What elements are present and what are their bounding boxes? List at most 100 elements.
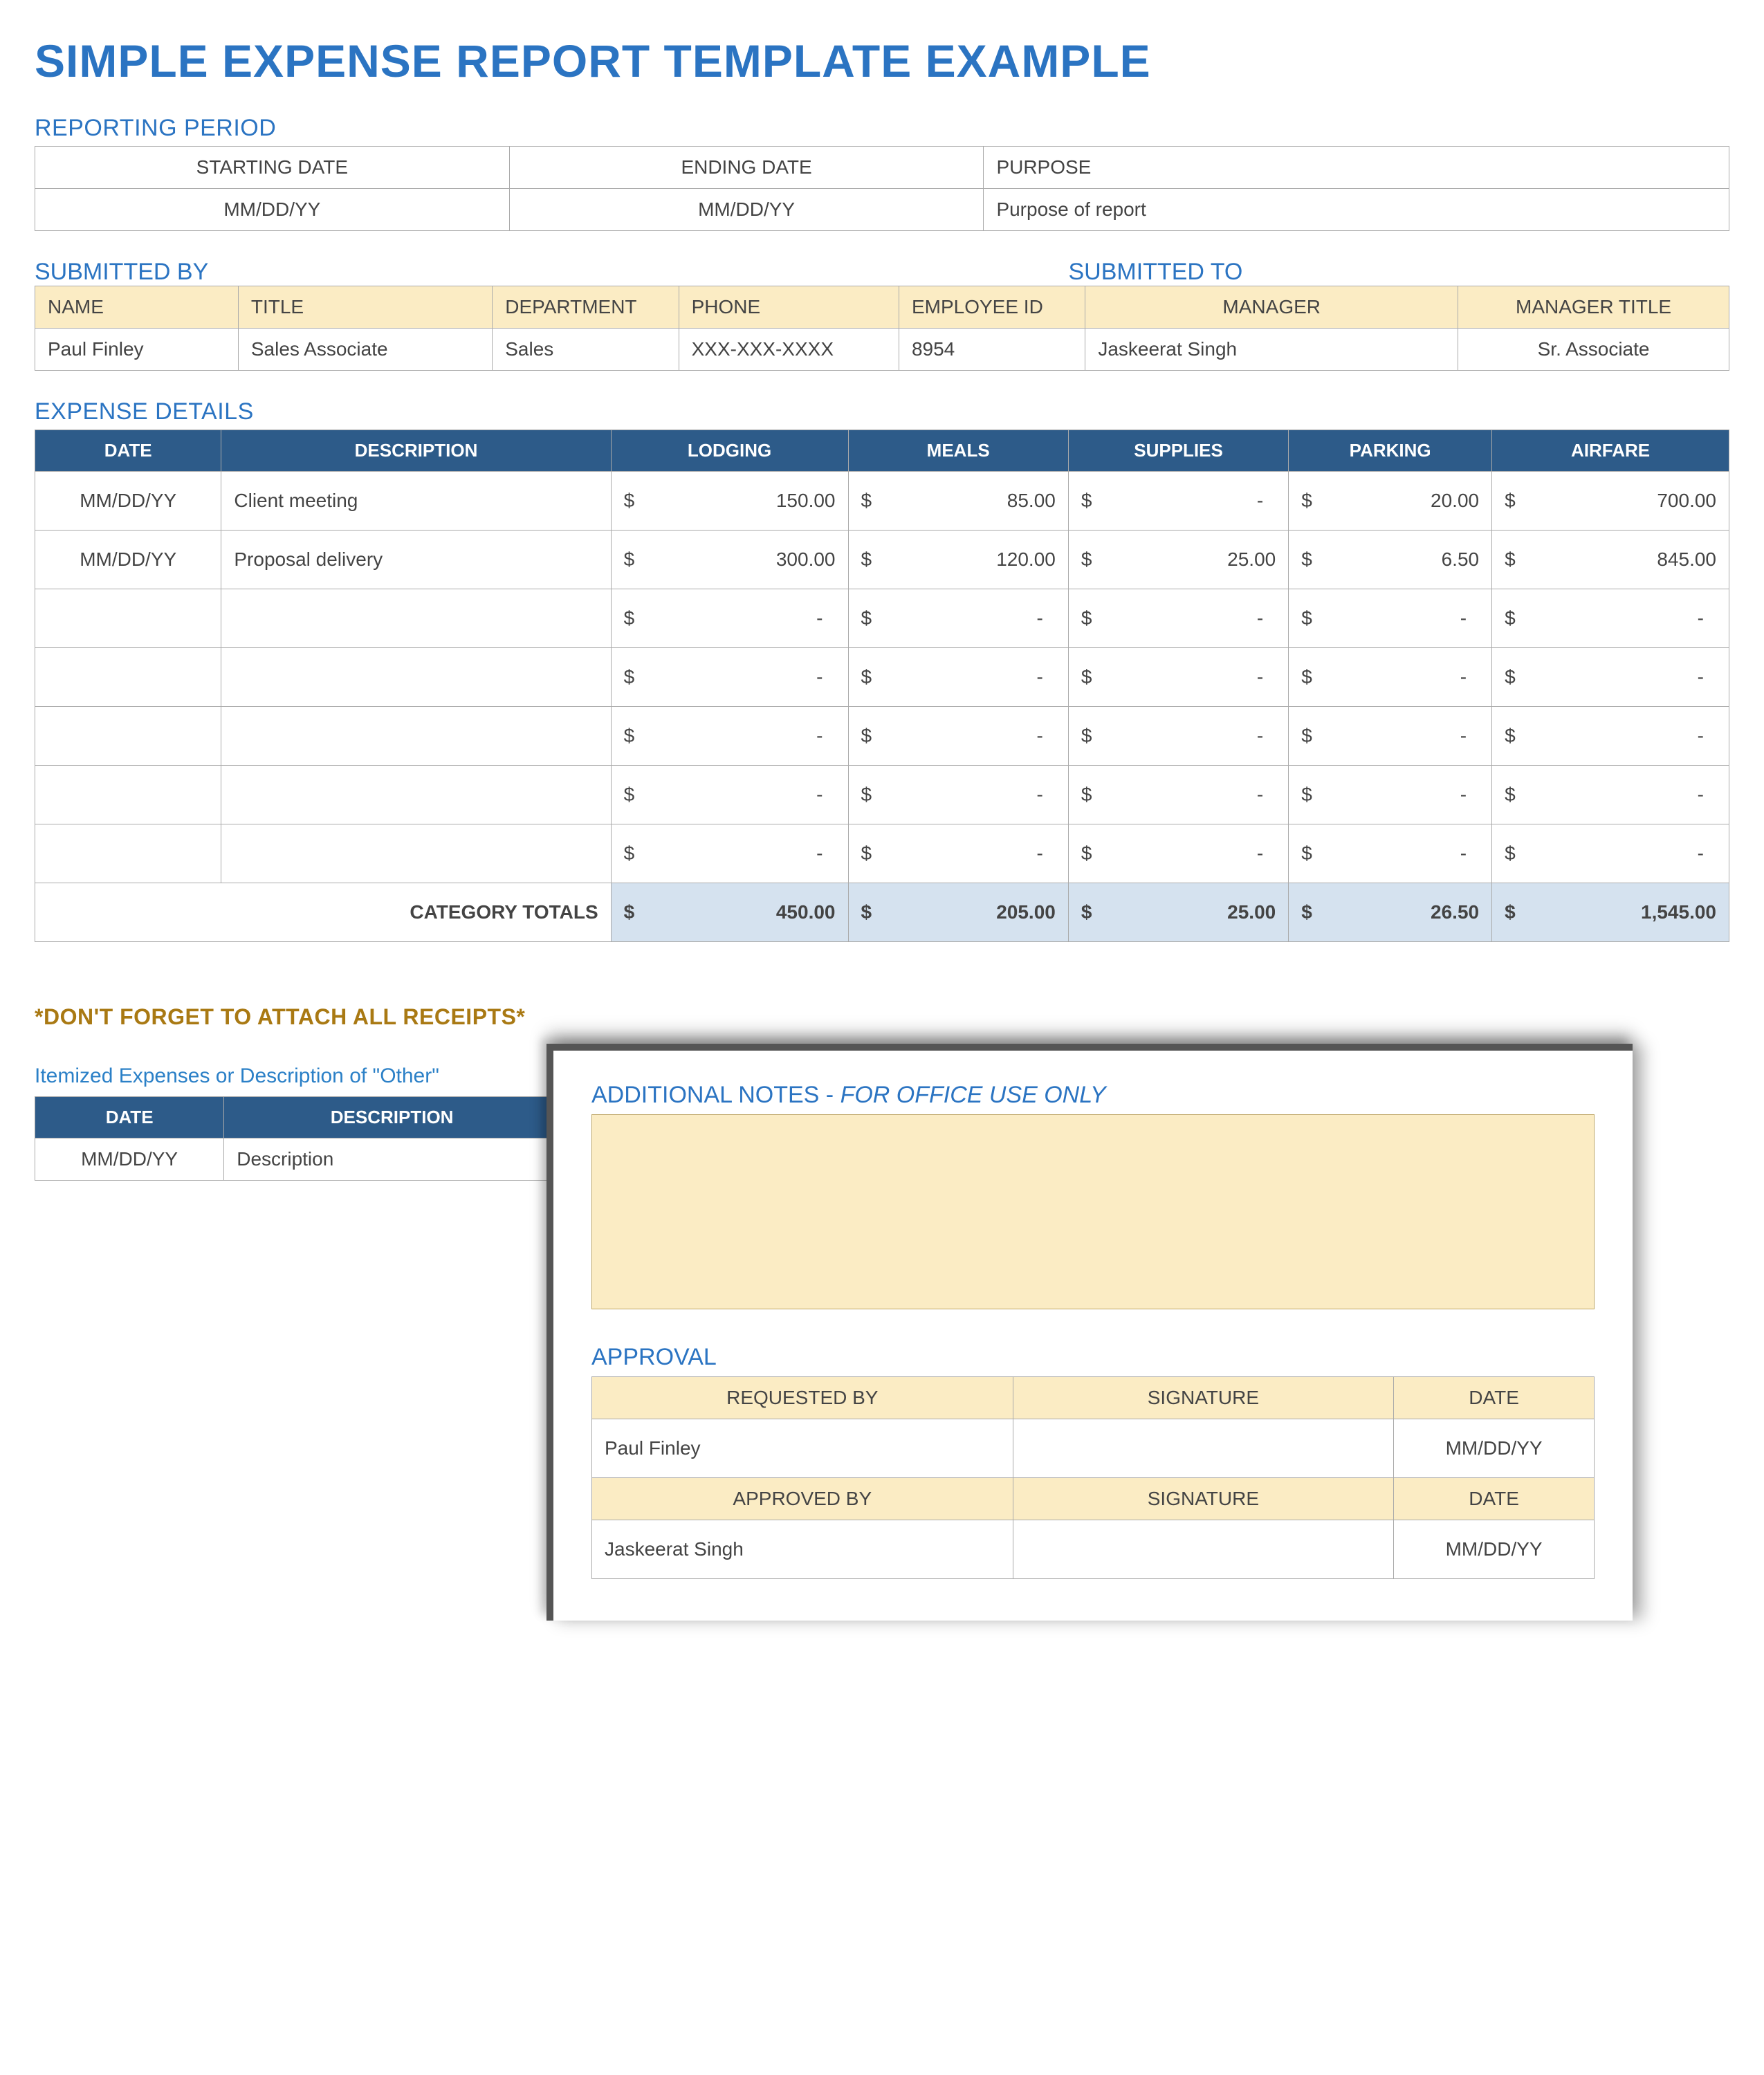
approved-by-cell[interactable]: Jaskeerat Singh xyxy=(592,1520,1013,1579)
section-reporting-period: REPORTING PERIOD xyxy=(35,115,1729,142)
dept-cell[interactable]: Sales xyxy=(493,329,679,371)
manager-title-cell[interactable]: Sr. Associate xyxy=(1458,329,1729,371)
expense-meals-cell[interactable]: $85.00 xyxy=(848,472,1068,531)
expense-supplies-cell[interactable]: $- xyxy=(1068,648,1288,707)
approved-date-cell[interactable]: MM/DD/YY xyxy=(1394,1520,1595,1579)
total-airfare: $1,545.00 xyxy=(1492,883,1729,942)
section-expense-details: EXPENSE DETAILS xyxy=(35,398,1729,425)
expense-meals-cell[interactable]: $- xyxy=(848,824,1068,883)
col-name: NAME xyxy=(35,286,239,329)
expense-meals-cell[interactable]: $- xyxy=(848,589,1068,648)
expense-desc-cell[interactable] xyxy=(221,707,611,766)
expense-lodging-cell[interactable]: $- xyxy=(611,707,848,766)
expense-lodging-cell[interactable]: $300.00 xyxy=(611,531,848,589)
expense-parking-cell[interactable]: $- xyxy=(1289,589,1492,648)
expense-date-cell[interactable]: MM/DD/YY xyxy=(35,472,221,531)
col-date: DATE xyxy=(35,430,221,472)
expense-parking-cell[interactable]: $- xyxy=(1289,824,1492,883)
expense-date-cell[interactable]: MM/DD/YY xyxy=(35,531,221,589)
requested-signature-cell[interactable] xyxy=(1013,1419,1394,1478)
col-date-2: DATE xyxy=(1394,1478,1595,1520)
itemized-date-cell[interactable]: MM/DD/YY xyxy=(35,1138,224,1181)
expense-date-cell[interactable] xyxy=(35,824,221,883)
expense-supplies-cell[interactable]: $- xyxy=(1068,589,1288,648)
expense-parking-cell[interactable]: $20.00 xyxy=(1289,472,1492,531)
total-meals: $205.00 xyxy=(848,883,1068,942)
expense-airfare-cell[interactable]: $845.00 xyxy=(1492,531,1729,589)
phone-cell[interactable]: XXX-XXX-XXXX xyxy=(679,329,899,371)
expense-airfare-cell[interactable]: $700.00 xyxy=(1492,472,1729,531)
col-description: DESCRIPTION xyxy=(221,430,611,472)
reporting-period-table: STARTING DATE ENDING DATE PURPOSE MM/DD/… xyxy=(35,146,1729,231)
expense-date-cell[interactable] xyxy=(35,648,221,707)
empid-cell[interactable]: 8954 xyxy=(899,329,1085,371)
expense-airfare-cell[interactable]: $- xyxy=(1492,707,1729,766)
receipts-reminder: *DON'T FORGET TO ATTACH ALL RECEIPTS* xyxy=(35,1004,1729,1030)
col-meals: MEALS xyxy=(848,430,1068,472)
expense-supplies-cell[interactable]: $- xyxy=(1068,707,1288,766)
additional-notes-box[interactable] xyxy=(591,1114,1595,1309)
expense-details-table: DATE DESCRIPTION LODGING MEALS SUPPLIES … xyxy=(35,430,1729,942)
title-cell[interactable]: Sales Associate xyxy=(238,329,492,371)
itemized-desc-cell[interactable]: Description xyxy=(224,1138,560,1181)
approved-signature-cell[interactable] xyxy=(1013,1520,1394,1579)
col-approved-by: APPROVED BY xyxy=(592,1478,1013,1520)
expense-airfare-cell[interactable]: $- xyxy=(1492,648,1729,707)
expense-desc-cell[interactable] xyxy=(221,648,611,707)
expense-parking-cell[interactable]: $- xyxy=(1289,648,1492,707)
expense-lodging-cell[interactable]: $- xyxy=(611,766,848,824)
section-submitted-to: SUBMITTED TO xyxy=(1069,259,1243,286)
expense-parking-cell[interactable]: $- xyxy=(1289,766,1492,824)
col-manager-title: MANAGER TITLE xyxy=(1458,286,1729,329)
expense-supplies-cell[interactable]: $- xyxy=(1068,824,1288,883)
expense-lodging-cell[interactable]: $150.00 xyxy=(611,472,848,531)
page-title: SIMPLE EXPENSE REPORT TEMPLATE EXAMPLE xyxy=(35,35,1729,87)
starting-date-cell[interactable]: MM/DD/YY xyxy=(35,189,510,231)
col-phone: PHONE xyxy=(679,286,899,329)
expense-desc-cell[interactable]: Client meeting xyxy=(221,472,611,531)
expense-meals-cell[interactable]: $- xyxy=(848,707,1068,766)
category-totals-label: CATEGORY TOTALS xyxy=(35,883,612,942)
expense-lodging-cell[interactable]: $- xyxy=(611,824,848,883)
requested-by-cell[interactable]: Paul Finley xyxy=(592,1419,1013,1478)
col-supplies: SUPPLIES xyxy=(1068,430,1288,472)
col-date: DATE xyxy=(1394,1377,1595,1419)
ending-date-cell[interactable]: MM/DD/YY xyxy=(509,189,984,231)
manager-cell[interactable]: Jaskeerat Singh xyxy=(1085,329,1458,371)
expense-date-cell[interactable] xyxy=(35,589,221,648)
expense-date-cell[interactable] xyxy=(35,766,221,824)
col-lodging: LODGING xyxy=(611,430,848,472)
expense-parking-cell[interactable]: $6.50 xyxy=(1289,531,1492,589)
expense-airfare-cell[interactable]: $- xyxy=(1492,766,1729,824)
expense-supplies-cell[interactable]: $- xyxy=(1068,472,1288,531)
expense-lodging-cell[interactable]: $- xyxy=(611,589,848,648)
expense-desc-cell[interactable]: Proposal delivery xyxy=(221,531,611,589)
expense-supplies-cell[interactable]: $- xyxy=(1068,766,1288,824)
expense-lodging-cell[interactable]: $- xyxy=(611,648,848,707)
expense-supplies-cell[interactable]: $25.00 xyxy=(1068,531,1288,589)
expense-meals-cell[interactable]: $120.00 xyxy=(848,531,1068,589)
col-airfare: AIRFARE xyxy=(1492,430,1729,472)
purpose-cell[interactable]: Purpose of report xyxy=(984,189,1729,231)
col-manager: MANAGER xyxy=(1085,286,1458,329)
expense-desc-cell[interactable] xyxy=(221,824,611,883)
requested-date-cell[interactable]: MM/DD/YY xyxy=(1394,1419,1595,1478)
expense-parking-cell[interactable]: $- xyxy=(1289,707,1492,766)
col-starting-date: STARTING DATE xyxy=(35,147,510,189)
expense-airfare-cell[interactable]: $- xyxy=(1492,589,1729,648)
name-cell[interactable]: Paul Finley xyxy=(35,329,239,371)
expense-meals-cell[interactable]: $- xyxy=(848,648,1068,707)
office-use-overlay: ADDITIONAL NOTES - FOR OFFICE USE ONLY A… xyxy=(546,1044,1633,1621)
approval-table: REQUESTED BY SIGNATURE DATE Paul Finley … xyxy=(591,1376,1595,1579)
section-submitted-by: SUBMITTED BY xyxy=(35,259,1069,286)
expense-airfare-cell[interactable]: $- xyxy=(1492,824,1729,883)
submitted-table: NAME TITLE DEPARTMENT PHONE EMPLOYEE ID … xyxy=(35,286,1729,371)
col-ending-date: ENDING DATE xyxy=(509,147,984,189)
expense-meals-cell[interactable]: $- xyxy=(848,766,1068,824)
col-signature-2: SIGNATURE xyxy=(1013,1478,1394,1520)
itemized-table: DATE DESCRIPTION MM/DD/YY Description xyxy=(35,1096,560,1181)
expense-desc-cell[interactable] xyxy=(221,766,611,824)
col-requested-by: REQUESTED BY xyxy=(592,1377,1013,1419)
expense-date-cell[interactable] xyxy=(35,707,221,766)
expense-desc-cell[interactable] xyxy=(221,589,611,648)
